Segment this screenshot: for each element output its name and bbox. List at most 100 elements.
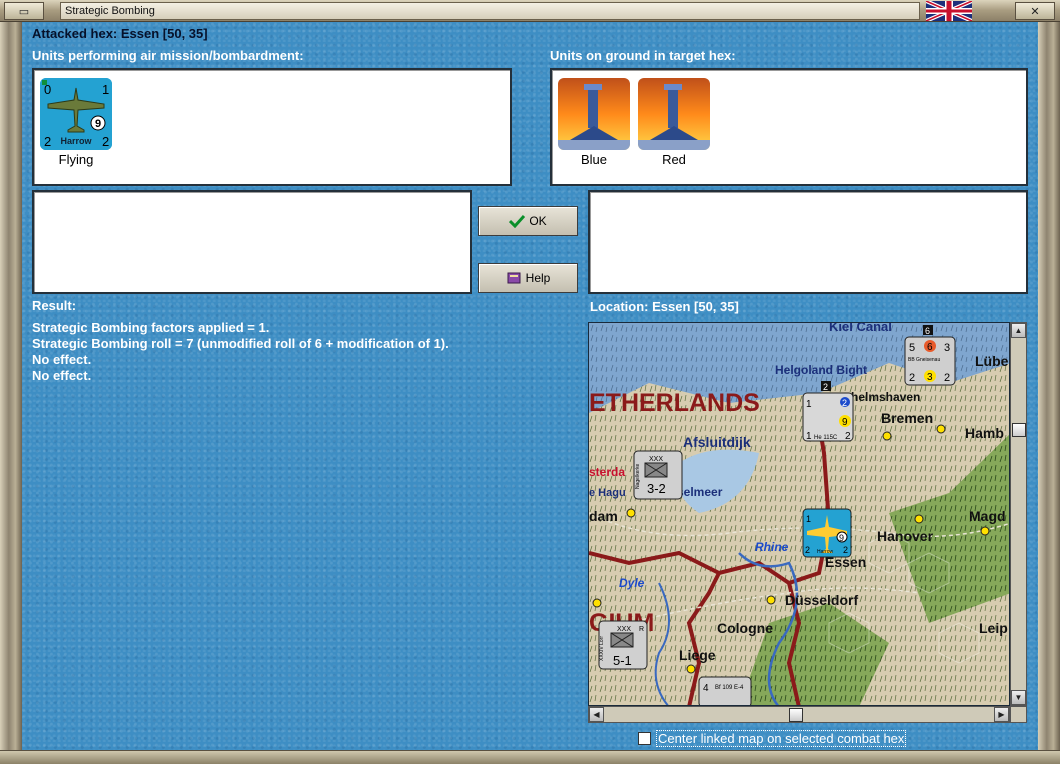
- counter-harrow-map[interactable]: 1 9 2 2 Harrow: [802, 508, 852, 558]
- result-label: Result:: [32, 298, 77, 313]
- lorr-name: XXXIV Lorr: [599, 636, 605, 661]
- help-button[interactable]: Help: [478, 263, 578, 293]
- nagelkerke-name: Nagelkerke: [635, 463, 641, 489]
- help-book-icon: [507, 272, 521, 284]
- map-label-netherlands: ETHERLANDS: [589, 389, 760, 417]
- air-units-list: 9 0 1 2 2 Harrow Flying: [32, 68, 512, 186]
- bf109-a: 4: [703, 683, 709, 694]
- map-label-ijsselmeer: selmeer: [677, 485, 723, 499]
- harrow-name: Harrow: [60, 136, 92, 146]
- map-label-wilhelmshaven: helmshaven: [851, 390, 920, 404]
- map-label-den-haag: e Hagu: [589, 487, 626, 499]
- factory-icon: [638, 78, 710, 150]
- he115-d: 1: [806, 431, 812, 442]
- center-map-checkbox[interactable]: [638, 732, 651, 745]
- harrow-map-a: 1: [806, 514, 811, 524]
- map-label-liege: Liege: [679, 647, 716, 663]
- bf109-name: Bf 109 E-4: [715, 685, 744, 691]
- harrow-tl: 0: [44, 82, 51, 97]
- he115-flag: 2: [823, 382, 828, 392]
- map-label-amsterdam: sterda: [589, 465, 625, 479]
- checkmark-icon: [509, 214, 526, 228]
- lorr-corps: XXX: [617, 626, 631, 633]
- map-label-afsluitdijk: Afsluitdijk: [683, 434, 751, 450]
- window-title: Strategic Bombing: [60, 2, 920, 20]
- map-label-rhine: Rhine: [755, 540, 789, 554]
- title-bar: ▭ Strategic Bombing ✕: [0, 0, 1060, 22]
- frame-right: [1038, 22, 1060, 750]
- scroll-up-arrow-icon[interactable]: ▲: [1011, 323, 1026, 338]
- map-label-bremen: Bremen: [881, 410, 933, 426]
- frame-bottom: [0, 750, 1060, 764]
- counter-bf109[interactable]: 4 Bf 109 E-4: [698, 676, 752, 706]
- blue-factory-counter[interactable]: [558, 78, 630, 150]
- harrow-tr: 1: [102, 82, 109, 97]
- gneisenau-d: 2: [909, 372, 915, 384]
- harrow-unit-counter[interactable]: 9 0 1 2 2 Harrow: [40, 78, 112, 150]
- scroll-right-arrow-icon[interactable]: ▶: [994, 707, 1009, 722]
- he115-c: 9: [842, 417, 848, 428]
- counter-nagelkerke[interactable]: XXX 3-2 Nagelkerke: [633, 450, 683, 500]
- map-label-hanover: Hanover: [877, 528, 934, 544]
- map-label-dyle: Dyle: [619, 576, 645, 590]
- gneisenau-flag: 6: [925, 326, 930, 336]
- ground-units-label: Units on ground in target hex:: [550, 48, 736, 63]
- result-line-2: Strategic Bombing roll = 7 (unmodified r…: [32, 336, 449, 351]
- minimize-button[interactable]: ▭: [4, 2, 44, 20]
- he115-name: He 115C: [814, 435, 838, 441]
- map-label-leipzig: Leip: [979, 620, 1008, 636]
- result-line-3: No effect.: [32, 352, 92, 367]
- harrow-range: 9: [95, 118, 101, 130]
- map-label-hamburg: Hamb: [965, 425, 1004, 441]
- map-vertical-scrollbar[interactable]: ▲ ▼: [1010, 322, 1027, 706]
- air-units-label: Units performing air mission/bombardment…: [32, 48, 304, 63]
- bomber-aircraft-icon: 9 0 1 2 2 Harrow: [40, 78, 112, 150]
- map-label-rotterdam: dam: [589, 508, 618, 524]
- red-factory-counter[interactable]: [638, 78, 710, 150]
- gneisenau-c: 3: [944, 342, 950, 354]
- map-horizontal-scrollbar[interactable]: ◀ ▶: [588, 706, 1010, 723]
- harrow-bl: 2: [44, 134, 51, 149]
- result-line-4: No effect.: [32, 368, 92, 383]
- close-icon: ✕: [1030, 5, 1040, 18]
- scroll-down-arrow-icon[interactable]: ▼: [1011, 690, 1026, 705]
- harrow-status: Flying: [58, 152, 94, 167]
- gneisenau-e: 3: [927, 372, 933, 383]
- defender-details-box: [588, 190, 1028, 294]
- harrow-map-c: 2: [805, 545, 810, 555]
- ok-button[interactable]: OK: [478, 206, 578, 236]
- ground-units-list: Blue Red: [550, 68, 1028, 186]
- minimize-icon: ▭: [18, 5, 30, 18]
- harrow-br: 2: [102, 134, 109, 149]
- harrow-map-d: 2: [843, 545, 848, 555]
- lorr-r: R: [639, 626, 644, 633]
- attacked-hex-label: Attacked hex: Essen [50, 35]: [32, 26, 208, 41]
- help-label: Help: [525, 271, 551, 285]
- attacker-details-box: [32, 190, 472, 294]
- scrollbar-corner: [1010, 706, 1027, 723]
- red-caption: Red: [662, 152, 686, 167]
- linked-map[interactable]: Kiel Canal Helgoland Bight Lübe helmshav…: [588, 322, 1010, 706]
- scroll-left-arrow-icon[interactable]: ◀: [589, 707, 604, 722]
- result-line-1: Strategic Bombing factors applied = 1.: [32, 320, 270, 335]
- location-label: Location: Essen [50, 35]: [590, 299, 739, 314]
- uk-flag-icon: [926, 1, 972, 21]
- gneisenau-a: 5: [909, 342, 915, 354]
- gneisenau-b: 6: [927, 342, 933, 353]
- he115-a: 1: [806, 399, 812, 410]
- vertical-scroll-thumb[interactable]: [1012, 423, 1026, 437]
- map-label-cologne: Cologne: [717, 620, 773, 636]
- frame-left: [0, 22, 22, 750]
- close-button[interactable]: ✕: [1015, 2, 1055, 20]
- map-label-magdeburg: Magd: [969, 508, 1006, 524]
- harrow-map-b: 9: [839, 533, 844, 543]
- nagelkerke-corps: XXX: [649, 456, 663, 463]
- factory-icon: [558, 78, 630, 150]
- horizontal-scroll-thumb[interactable]: [789, 708, 803, 722]
- center-map-label[interactable]: Center linked map on selected combat hex: [656, 730, 907, 747]
- harrow-map-name: Harrow: [817, 549, 834, 555]
- map-label-lubeck: Lübe: [975, 353, 1009, 369]
- map-label-helgoland: Helgoland Bight: [775, 363, 867, 377]
- counter-xxxiv-lorr[interactable]: XXX R 5-1 XXXIV Lorr: [598, 620, 648, 670]
- he115-b: 2: [842, 398, 847, 408]
